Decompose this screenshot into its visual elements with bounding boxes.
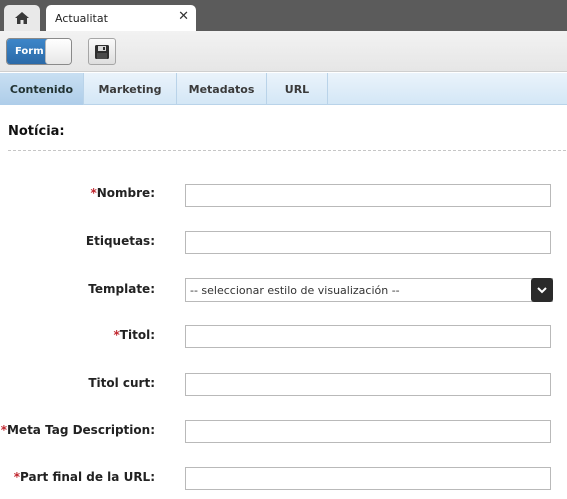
url-slug-input[interactable]: [185, 467, 551, 490]
home-icon: [15, 12, 29, 24]
save-button[interactable]: [88, 38, 116, 65]
section-tabs: Contenido Marketing Metadatos URL: [0, 73, 567, 105]
field-label-text: Meta Tag Description:: [6, 423, 155, 437]
section-divider: [8, 150, 566, 151]
toggle-label: Form: [7, 39, 49, 64]
template-select-button[interactable]: [531, 278, 553, 302]
tab-contenido[interactable]: Contenido: [0, 73, 84, 105]
template-select[interactable]: -- seleccionar estilo de visualización -…: [185, 278, 553, 302]
titol-curt-input[interactable]: [185, 373, 551, 396]
field-label-url-slug: *Part final de la URL:: [14, 470, 155, 484]
field-label-text: Part final de la URL:: [20, 470, 155, 484]
tab-url[interactable]: URL: [267, 73, 328, 105]
form-mode-toggle[interactable]: Form: [6, 38, 72, 65]
meta-description-input[interactable]: [185, 420, 551, 443]
document-tab[interactable]: Actualitat ✕: [46, 5, 196, 31]
template-select-value: -- seleccionar estilo de visualización -…: [190, 284, 400, 297]
field-label-nombre: *Nombre:: [90, 186, 155, 200]
home-button[interactable]: [4, 5, 40, 31]
etiquetas-input[interactable]: [185, 231, 551, 254]
nombre-input[interactable]: [185, 184, 551, 207]
close-icon[interactable]: ✕: [178, 10, 189, 24]
field-label-text: Titol:: [119, 328, 155, 342]
field-label-meta-description: *Meta Tag Description:: [1, 423, 155, 437]
titol-input[interactable]: [185, 325, 551, 348]
field-label-titol-curt: Titol curt:: [88, 376, 155, 390]
tab-metadatos[interactable]: Metadatos: [177, 73, 267, 105]
chevron-down-icon: [537, 286, 547, 293]
field-label-text: Nombre:: [96, 186, 155, 200]
save-icon: [95, 44, 109, 59]
document-tab-title: Actualitat: [55, 12, 108, 25]
toggle-knob: [45, 39, 71, 64]
field-label-template: Template:: [88, 282, 155, 296]
section-title: Notícia:: [8, 124, 65, 139]
field-label-etiquetas: Etiquetas:: [85, 234, 155, 248]
field-label-titol: *Titol:: [114, 328, 155, 342]
tab-marketing[interactable]: Marketing: [84, 73, 177, 105]
toolbar: Form: [0, 31, 567, 72]
top-tab-strip: Actualitat ✕: [0, 0, 567, 31]
